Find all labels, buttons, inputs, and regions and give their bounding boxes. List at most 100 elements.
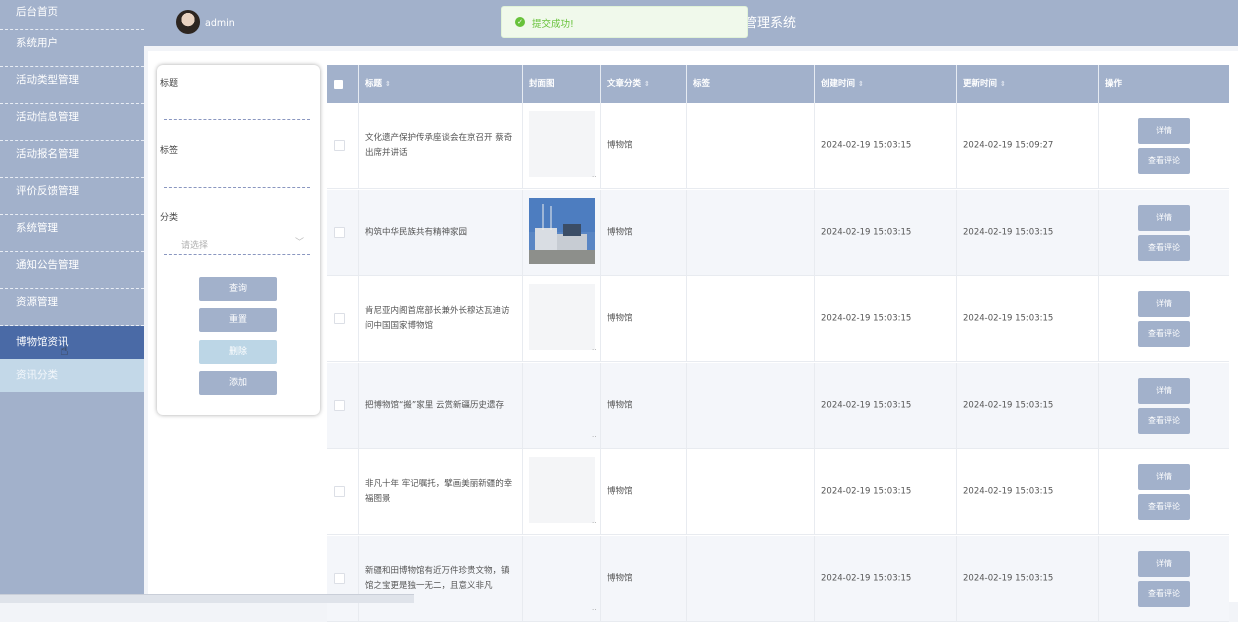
select-all-cell xyxy=(327,65,359,103)
more-icon: .. xyxy=(592,517,597,525)
sort-icon[interactable]: ⇕ xyxy=(858,80,864,88)
row-updated-time: 2024-02-19 15:03:15 xyxy=(963,486,1054,497)
reset-button[interactable]: 重置 xyxy=(199,308,277,332)
search-panel: 标题 标签 分类 请选择 ﹀ 查询 重置 删除 添加 xyxy=(157,65,320,415)
sidebar-item-home[interactable]: 后台首页 xyxy=(0,0,144,30)
more-icon: .. xyxy=(592,344,597,352)
row-checkbox[interactable] xyxy=(334,140,345,151)
detail-button[interactable]: 详情 xyxy=(1138,291,1190,317)
category-select[interactable] xyxy=(164,240,310,255)
table-row: 文化遗产保护传承座谈会在京召开 蔡奇出席并讲话.. 博物馆 2024-02-19 1… xyxy=(327,103,1229,189)
tags-cell xyxy=(687,449,815,535)
cover-cell: .. xyxy=(523,276,601,362)
table-header: 标题 ⇕ 封面图 文章分类 ⇕ 标签 创建时间 ⇕ 更新时间 ⇕ 操作 xyxy=(327,65,1229,103)
avatar[interactable] xyxy=(176,10,200,34)
sidebar-item-system-admin[interactable]: 系统管理 xyxy=(0,215,144,252)
row-updated-time: 2024-02-19 15:03:15 xyxy=(963,400,1054,410)
cover-column-header: 封面图 xyxy=(523,65,601,103)
row-category: 博物馆 xyxy=(607,227,633,237)
tags-cell xyxy=(687,103,815,189)
view-comments-button[interactable]: 查看评论 xyxy=(1138,148,1190,174)
admin-name[interactable]: admin xyxy=(205,18,235,29)
category-cell: 博物馆 xyxy=(601,276,687,362)
row-checkbox[interactable] xyxy=(334,572,345,584)
pointer-cursor-icon: ☝ xyxy=(60,343,69,359)
row-category: 博物馆 xyxy=(607,573,633,583)
updated-cell: 2024-02-19 15:03:15 xyxy=(957,449,1099,535)
created-cell: 2024-02-19 15:03:15 xyxy=(815,535,957,622)
title-input[interactable] xyxy=(164,105,310,120)
tags-column-label: 标签 xyxy=(693,79,711,89)
tag-input[interactable] xyxy=(164,173,310,188)
created-cell: 2024-02-19 15:03:15 xyxy=(815,103,957,189)
sort-icon[interactable]: ⇕ xyxy=(644,80,650,88)
updated-cell: 2024-02-19 15:03:15 xyxy=(957,535,1099,622)
sidebar-item-museum-news[interactable]: 博物馆资讯 xyxy=(0,326,144,359)
title-cell: 非凡十年 牢记嘱托，擘画美丽新疆的幸福图景 xyxy=(359,449,523,535)
view-comments-button[interactable]: 查看评论 xyxy=(1138,580,1190,607)
cover-image-placeholder[interactable] xyxy=(529,457,595,523)
row-category: 博物馆 xyxy=(607,400,633,410)
sidebar: 后台首页 系统用户 活动类型管理 活动信息管理 活动报名管理 评价反馈管理 系统… xyxy=(0,0,144,602)
title-column-header[interactable]: 标题 ⇕ xyxy=(359,65,523,103)
table-row: 新疆和田博物馆有近万件珍贵文物，镇馆之宝更是独一无二，且意义非凡.. 博物馆 202… xyxy=(327,535,1229,622)
sidebar-item-news-categories[interactable]: 资讯分类 xyxy=(0,359,144,392)
sidebar-item-activity-types[interactable]: 活动类型管理 xyxy=(0,67,144,104)
view-comments-button[interactable]: 查看评论 xyxy=(1138,407,1190,434)
tags-cell xyxy=(687,276,815,362)
row-created-time: 2024-02-19 15:03:15 xyxy=(821,573,912,583)
select-all-checkbox[interactable] xyxy=(334,80,343,89)
row-checkbox[interactable] xyxy=(334,399,345,411)
updated-column-header[interactable]: 更新时间 ⇕ xyxy=(957,65,1099,103)
sidebar-item-activity-signup[interactable]: 活动报名管理 xyxy=(0,141,144,178)
detail-button[interactable]: 详情 xyxy=(1138,464,1190,490)
detail-button[interactable]: 详情 xyxy=(1138,377,1190,404)
sort-icon[interactable]: ⇕ xyxy=(1000,80,1006,88)
cover-cell: .. xyxy=(523,449,601,535)
cover-image[interactable] xyxy=(529,197,595,264)
created-cell: 2024-02-19 15:03:15 xyxy=(815,276,957,362)
row-checkbox[interactable] xyxy=(334,486,345,497)
sort-icon[interactable]: ⇕ xyxy=(385,80,391,88)
cover-image-placeholder[interactable] xyxy=(529,284,595,350)
detail-button[interactable]: 详情 xyxy=(1138,550,1190,577)
category-column-label: 文章分类 xyxy=(607,79,642,89)
add-button[interactable]: 添加 xyxy=(199,371,277,395)
updated-cell: 2024-02-19 15:03:15 xyxy=(957,276,1099,362)
sidebar-item-resources[interactable]: 资源管理 xyxy=(0,289,144,326)
success-toast: ✓ 提交成功! xyxy=(501,6,748,38)
created-column-header[interactable]: 创建时间 ⇕ xyxy=(815,65,957,103)
select-cell xyxy=(327,103,359,189)
row-checkbox[interactable] xyxy=(334,226,345,238)
query-button[interactable]: 查询 xyxy=(199,277,277,301)
sidebar-item-system-users[interactable]: 系统用户 xyxy=(0,30,144,67)
more-icon: .. xyxy=(592,430,597,439)
actions-cell: 详情 查看评论 xyxy=(1099,276,1229,362)
row-checkbox[interactable] xyxy=(334,313,345,324)
tags-cell xyxy=(687,362,815,449)
view-comments-button[interactable]: 查看评论 xyxy=(1138,321,1190,347)
category-column-header[interactable]: 文章分类 ⇕ xyxy=(601,65,687,103)
sidebar-item-notices[interactable]: 通知公告管理 xyxy=(0,252,144,289)
more-icon: .. xyxy=(592,603,597,612)
row-category: 博物馆 xyxy=(607,486,633,497)
view-comments-button[interactable]: 查看评论 xyxy=(1138,234,1190,261)
tags-cell xyxy=(687,189,815,276)
sidebar-item-activity-info[interactable]: 活动信息管理 xyxy=(0,104,144,141)
row-updated-time: 2024-02-19 15:03:15 xyxy=(963,313,1054,324)
delete-button[interactable]: 删除 xyxy=(199,340,277,364)
updated-cell: 2024-02-19 15:03:15 xyxy=(957,362,1099,449)
row-title: 非凡十年 牢记嘱托，擘画美丽新疆的幸福图景 xyxy=(365,479,513,504)
select-cell xyxy=(327,362,359,449)
detail-button[interactable]: 详情 xyxy=(1138,204,1190,231)
row-updated-time: 2024-02-19 15:03:15 xyxy=(963,573,1054,583)
detail-button[interactable]: 详情 xyxy=(1138,118,1190,144)
updated-column-label: 更新时间 xyxy=(963,79,998,89)
row-created-time: 2024-02-19 15:03:15 xyxy=(821,140,912,151)
cover-image-placeholder[interactable] xyxy=(529,111,595,177)
category-cell: 博物馆 xyxy=(601,103,687,189)
view-comments-button[interactable]: 查看评论 xyxy=(1138,494,1190,520)
tags-column-header: 标签 xyxy=(687,65,815,103)
category-cell: 博物馆 xyxy=(601,449,687,535)
sidebar-item-feedback[interactable]: 评价反馈管理 xyxy=(0,178,144,215)
